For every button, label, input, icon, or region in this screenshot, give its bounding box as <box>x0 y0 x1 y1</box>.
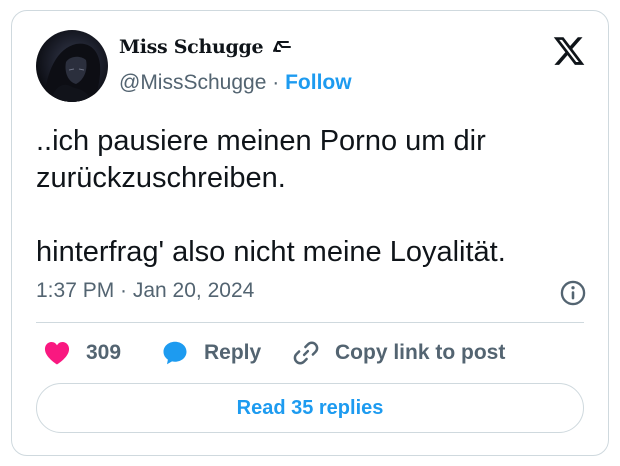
link-icon <box>293 341 319 365</box>
display-name[interactable]: Miss Schugge <box>119 36 292 58</box>
separator-dot: · <box>272 71 280 94</box>
read-replies-label: Read 35 replies <box>236 396 384 419</box>
handle[interactable]: @MissSchugge <box>119 71 266 94</box>
divider <box>36 322 584 323</box>
handle-row: @MissSchugge · Follow <box>119 71 352 95</box>
tweet-line: hinterfrag' also nicht meine Loyalität. <box>36 236 506 268</box>
tweet-line: ..ich pausiere meinen Porno um dir zurüc… <box>36 125 486 194</box>
copy-link-label: Copy link to post <box>335 341 506 364</box>
speech-bubble-icon <box>163 341 187 365</box>
avatar-image <box>44 43 101 102</box>
tweet-text: ..ich pausiere meinen Porno um dir zurüc… <box>36 123 592 271</box>
action-bar: 309 Reply Copy link to post <box>36 336 596 370</box>
copy-link-button[interactable]: Copy link to post <box>291 336 505 370</box>
timestamp[interactable]: 1:37 PM · Jan 20, 2024 <box>36 279 254 303</box>
reply-label: Reply <box>204 341 262 364</box>
heart-icon <box>44 342 70 365</box>
follow-button[interactable]: Follow <box>285 71 352 94</box>
like-button[interactable]: 309 <box>42 336 121 370</box>
info-icon[interactable] <box>559 279 587 307</box>
x-logo-icon[interactable] <box>552 34 586 68</box>
avatar[interactable] <box>36 30 108 102</box>
reply-button[interactable]: Reply <box>160 336 261 370</box>
like-count: 309 <box>86 341 122 364</box>
read-replies-button[interactable]: Read 35 replies <box>36 383 584 433</box>
tweet-card: Miss Schugge @MissSchugge · Follow ..ich… <box>11 10 609 456</box>
hand-emblem-icon <box>272 41 291 52</box>
